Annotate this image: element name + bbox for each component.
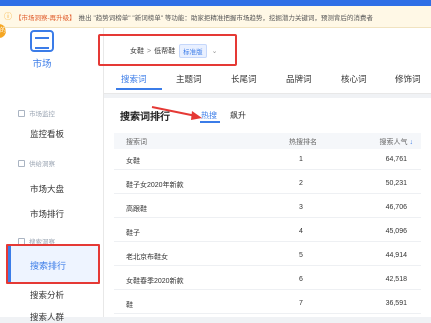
tab-modifier-words[interactable]: 修饰词 [395, 73, 421, 85]
table-row[interactable]: 鞋子女2020年新款 2 50,231 [114, 174, 421, 194]
highlight-box-search-ranking [6, 244, 100, 284]
announcement-prefix: 【市场洞察-再升级】 [15, 14, 76, 22]
row-keyword[interactable]: 女鞋春季2020新款 [126, 276, 184, 286]
tab-search-words[interactable]: 搜索词 [121, 73, 147, 85]
column-header-popularity[interactable]: 搜索人气 ↓ [380, 137, 414, 147]
announcement-bar: ⓘ 【市场洞察-再升级】 推出 "趋势词榜单" "新词榜单" 等功能：助家拒精准… [0, 6, 431, 28]
warning-icon: ⓘ [4, 12, 12, 21]
monitor-icon [18, 109, 25, 117]
market-module-logo[interactable]: 市场 [22, 30, 62, 70]
row-popularity: 50,231 [385, 180, 407, 187]
sidebar-item-search-analysis[interactable]: 搜索分析 [30, 289, 64, 301]
sidebar-item-market-overview[interactable]: 市场大盘 [30, 183, 64, 195]
table-row[interactable]: 鞋子 4 45,096 [114, 222, 421, 242]
supply-icon [18, 159, 25, 167]
announcement-text: 推出 "趋势词榜单" "新词榜单" 等功能：助家拒精准把握市场趋势，挖掘潜力关键… [78, 14, 373, 22]
subtab-rising[interactable]: 飙升 [230, 110, 246, 121]
row-keyword[interactable]: 女鞋 [126, 156, 140, 166]
row-popularity: 44,914 [385, 252, 407, 259]
row-keyword[interactable]: 鞋子女2020年新款 [126, 180, 184, 190]
sort-desc-icon[interactable]: ↓ [410, 139, 414, 146]
ranking-table-header: 搜索词 热搜排名 搜索人气 ↓ [114, 133, 421, 149]
sidebar-section-market-monitor: 市场监控 [18, 108, 55, 118]
market-module-label: 市场 [32, 59, 52, 70]
row-rank: 2 [299, 180, 303, 187]
market-icon [30, 30, 54, 52]
column-header-rank[interactable]: 热搜排名 [289, 137, 317, 147]
tab-topic-words[interactable]: 主题词 [176, 73, 202, 85]
sidebar-section-supply-insight: 供给洞察 [18, 158, 55, 168]
sidebar-item-monitor-board[interactable]: 监控看板 [30, 128, 64, 140]
table-row[interactable]: 老北京布鞋女 5 44,914 [114, 246, 421, 266]
row-keyword[interactable]: 鞋 [126, 300, 133, 310]
row-popularity: 36,591 [385, 300, 407, 307]
keyword-type-tabs [104, 68, 431, 90]
column-header-keyword: 搜索词 [126, 139, 147, 146]
annotation-arrow [151, 106, 202, 120]
table-row[interactable]: 高跟鞋 3 46,706 [114, 198, 421, 218]
row-keyword[interactable]: 高跟鞋 [126, 204, 147, 214]
tab-long-tail-words[interactable]: 长尾词 [231, 73, 257, 85]
tabs-divider [104, 93, 431, 94]
sidebar-item-market-ranking[interactable]: 市场排行 [30, 208, 64, 220]
table-row[interactable]: 女鞋 1 64,761 [114, 150, 421, 170]
row-rank: 7 [299, 300, 303, 307]
row-rank: 6 [299, 276, 303, 283]
highlight-box-breadcrumb [98, 34, 237, 66]
table-row[interactable]: 鞋 7 36,591 [114, 294, 421, 314]
row-rank: 1 [299, 156, 303, 163]
row-rank: 5 [299, 252, 303, 259]
table-row[interactable]: 女鞋春季2020新款 6 42,518 [114, 270, 421, 290]
row-popularity: 45,096 [385, 228, 407, 235]
sidebar-item-search-crowd[interactable]: 搜索人群 [30, 311, 64, 323]
row-popularity: 64,761 [385, 156, 407, 163]
row-rank: 4 [299, 228, 303, 235]
active-tab-underline [116, 88, 162, 90]
row-popularity: 46,706 [385, 204, 407, 211]
row-keyword[interactable]: 鞋子 [126, 228, 140, 238]
row-popularity: 42,518 [385, 276, 407, 283]
row-keyword[interactable]: 老北京布鞋女 [126, 252, 168, 262]
tab-brand-words[interactable]: 品牌词 [286, 73, 312, 85]
row-rank: 3 [299, 204, 303, 211]
tab-core-words[interactable]: 核心词 [341, 73, 367, 85]
